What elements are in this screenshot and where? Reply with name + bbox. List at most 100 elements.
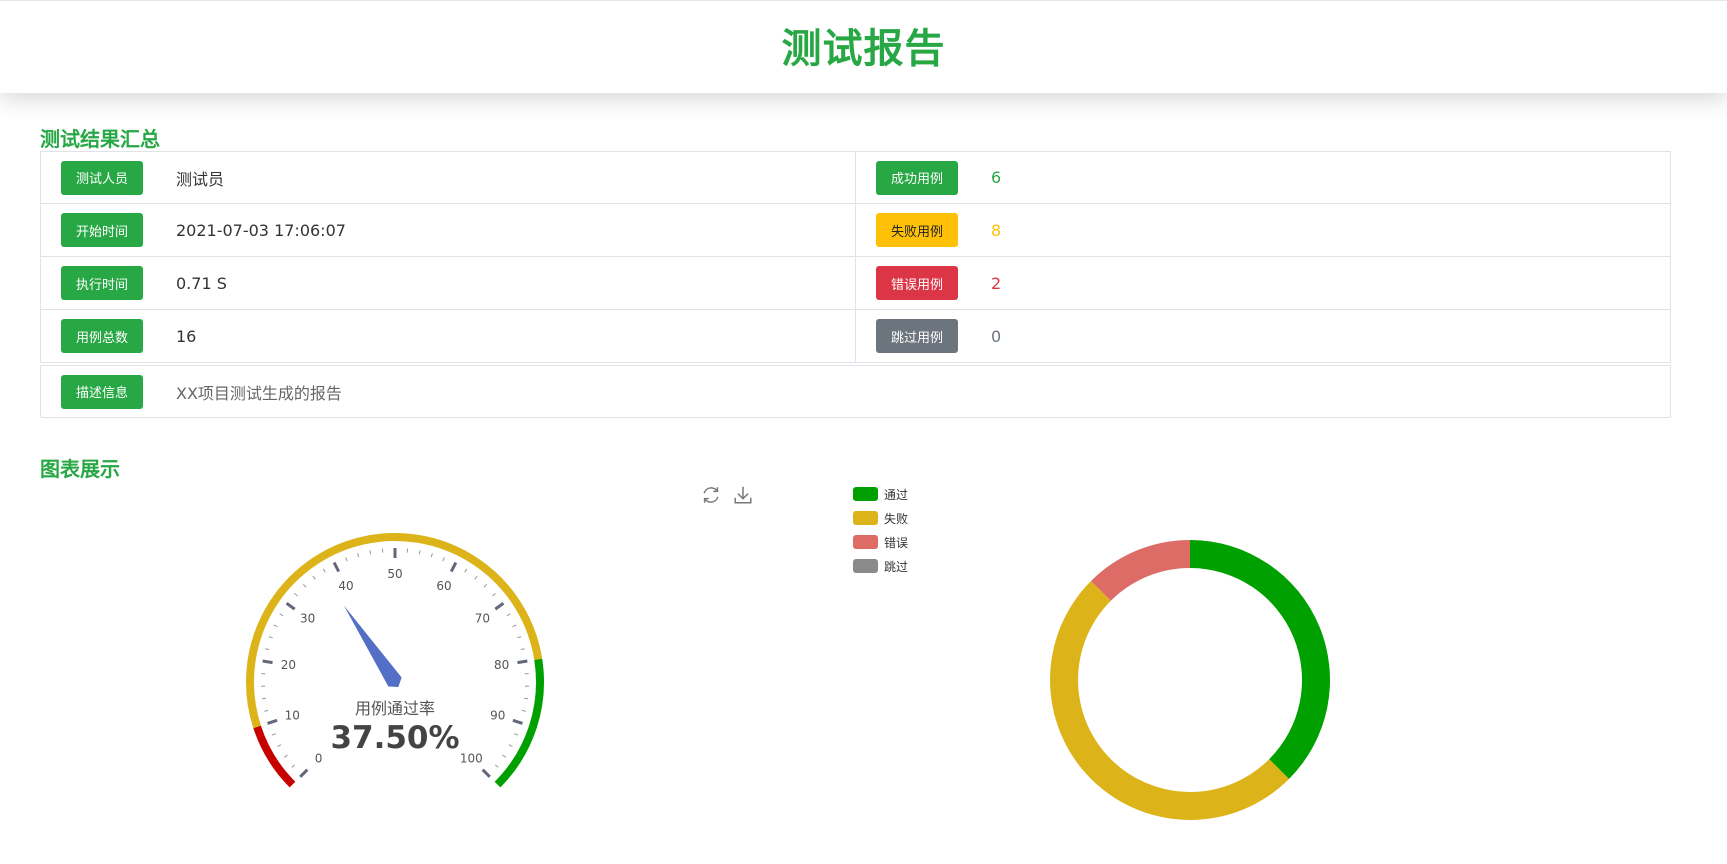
- gauge-tick-label: 0: [315, 751, 323, 765]
- summary-row: 开始时间 2021-07-03 17:06:07 失败用例 8: [40, 204, 1671, 257]
- pass-rate-gauge: 0 10 20 30 40 50 60 70 80 90 100 用例通过率 37.50%: [246, 533, 544, 788]
- gauge-minor-tick: [283, 754, 288, 758]
- gauge-major-tick: [512, 718, 523, 725]
- gauge-minor-tick: [514, 733, 519, 736]
- summary-cell-fail: 失败用例 8: [855, 204, 1671, 257]
- gauge-minor-tick: [312, 575, 316, 580]
- gauge-major-tick: [262, 659, 273, 665]
- summary-cell-tester: 测试人员 测试员: [40, 151, 855, 204]
- summary-row-description: 描述信息 XX项目测试生成的报告: [40, 365, 1671, 418]
- error-count: 2: [991, 273, 1002, 293]
- gauge-tick-label: 10: [285, 708, 300, 722]
- gauge-minor-tick: [271, 733, 276, 736]
- gauge-minor-tick: [279, 613, 284, 617]
- gauge-minor-tick: [512, 624, 517, 628]
- tester-badge: 测试人员: [61, 160, 143, 195]
- gauge-tick-label: 30: [300, 612, 315, 626]
- gauge-minor-tick: [430, 553, 433, 558]
- description-badge: 描述信息: [61, 374, 143, 409]
- legend-item-skip[interactable]: 跳过: [853, 554, 908, 578]
- gauge-minor-tick: [494, 764, 499, 768]
- legend-item-fail[interactable]: 失败: [853, 506, 908, 530]
- summary-row: 执行时间 0.71 S 错误用例 2: [40, 257, 1671, 310]
- gauge-minor-tick: [464, 568, 468, 573]
- tester-value: 测试员: [176, 169, 225, 189]
- legend-label: 失败: [884, 511, 909, 526]
- gauge-tick-label: 90: [490, 708, 505, 722]
- gauge-tick-label: 40: [338, 579, 353, 593]
- gauge-major-tick: [481, 768, 491, 778]
- start-time-value: 2021-07-03 17:06:07: [176, 220, 346, 240]
- summary-cell-total: 用例总数 16: [40, 310, 855, 363]
- error-badge: 错误用例: [876, 266, 958, 300]
- gauge-minor-tick: [442, 557, 445, 562]
- gauge-minor-tick: [520, 648, 525, 651]
- success-count: 6: [991, 168, 1002, 187]
- gauge-value: 37.50%: [330, 720, 459, 756]
- gauge-major-tick: [299, 768, 309, 778]
- result-donut-chart: [1050, 540, 1330, 820]
- gauge-tick-label: 70: [475, 612, 490, 626]
- download-icon[interactable]: [732, 484, 754, 506]
- gauge-minor-tick: [369, 550, 372, 555]
- legend-swatch: [853, 511, 878, 525]
- summary-row: 用例总数 16 跳过用例 0: [40, 310, 1671, 363]
- gauge-tick-label: 100: [460, 751, 483, 765]
- fail-badge: 失败用例: [876, 213, 958, 247]
- legend-label: 通过: [884, 487, 909, 502]
- chart-toolbox: [700, 484, 754, 506]
- total-value: 16: [176, 326, 197, 346]
- summary-cell-error: 错误用例 2: [855, 257, 1671, 310]
- duration-value: 0.71 S: [176, 273, 227, 293]
- donut-slice[interactable]: [1091, 540, 1190, 601]
- legend-swatch: [853, 535, 878, 549]
- legend-swatch: [853, 487, 878, 501]
- gauge-tick-label: 80: [494, 658, 509, 672]
- legend-item-pass[interactable]: 通过: [853, 482, 908, 506]
- fail-count: 8: [991, 220, 1002, 240]
- gauge-major-tick: [494, 602, 505, 611]
- donut-slice[interactable]: [1050, 581, 1289, 820]
- summary-table: 测试人员 测试员 成功用例 6 开始时间 2021-07-03 17:06:07…: [40, 151, 1671, 418]
- summary-cell-duration: 执行时间 0.71 S: [40, 257, 855, 310]
- report-header: 测试报告: [0, 0, 1727, 93]
- gauge-minor-tick: [273, 624, 278, 628]
- page-title: 测试报告: [781, 26, 946, 72]
- gauge-minor-tick: [492, 593, 496, 597]
- gauge-minor-tick: [523, 697, 529, 700]
- gauge-minor-tick: [418, 550, 421, 555]
- gauge-tick-label: 60: [436, 579, 451, 593]
- summary-section-title: 测试结果汇总: [40, 127, 160, 151]
- gauge-minor-tick: [264, 709, 269, 712]
- gauge-major-tick: [285, 602, 296, 611]
- donut-slices: [1050, 540, 1330, 820]
- gauge-minor-tick: [517, 636, 522, 639]
- gauge-minor-tick: [483, 583, 488, 588]
- skip-badge: 跳过用例: [876, 319, 958, 353]
- gauge-minor-tick: [294, 593, 298, 597]
- gauge-tick-label: 20: [281, 658, 296, 672]
- gauge-major-tick: [517, 659, 528, 665]
- gauge-minor-tick: [474, 575, 478, 580]
- gauge-major-tick: [267, 718, 278, 725]
- gauge-minor-tick: [502, 754, 507, 758]
- gauge-tick-label: 50: [387, 567, 402, 581]
- gauge-minor-tick: [357, 553, 360, 558]
- legend-item-error[interactable]: 错误: [853, 530, 908, 554]
- gauge-major-tick: [332, 561, 341, 573]
- gauge-minor-tick: [268, 636, 273, 639]
- gauge-minor-tick: [506, 613, 511, 617]
- gauge-minor-tick: [322, 568, 326, 573]
- donut-slice[interactable]: [1190, 540, 1330, 779]
- summary-cell-start-time: 开始时间 2021-07-03 17:06:07: [40, 204, 855, 257]
- legend-label: 错误: [884, 535, 909, 550]
- refresh-icon[interactable]: [700, 484, 722, 506]
- gauge-minor-tick: [261, 697, 267, 700]
- gauge-minor-tick: [521, 709, 526, 712]
- summary-cell-skip: 跳过用例 0: [855, 310, 1671, 363]
- gauge-minor-tick: [265, 648, 270, 651]
- charts-section-title: 图表展示: [40, 457, 120, 481]
- summary-cell-description: 描述信息 XX项目测试生成的报告: [40, 365, 1671, 418]
- start-time-badge: 开始时间: [61, 213, 143, 247]
- duration-badge: 执行时间: [61, 266, 143, 300]
